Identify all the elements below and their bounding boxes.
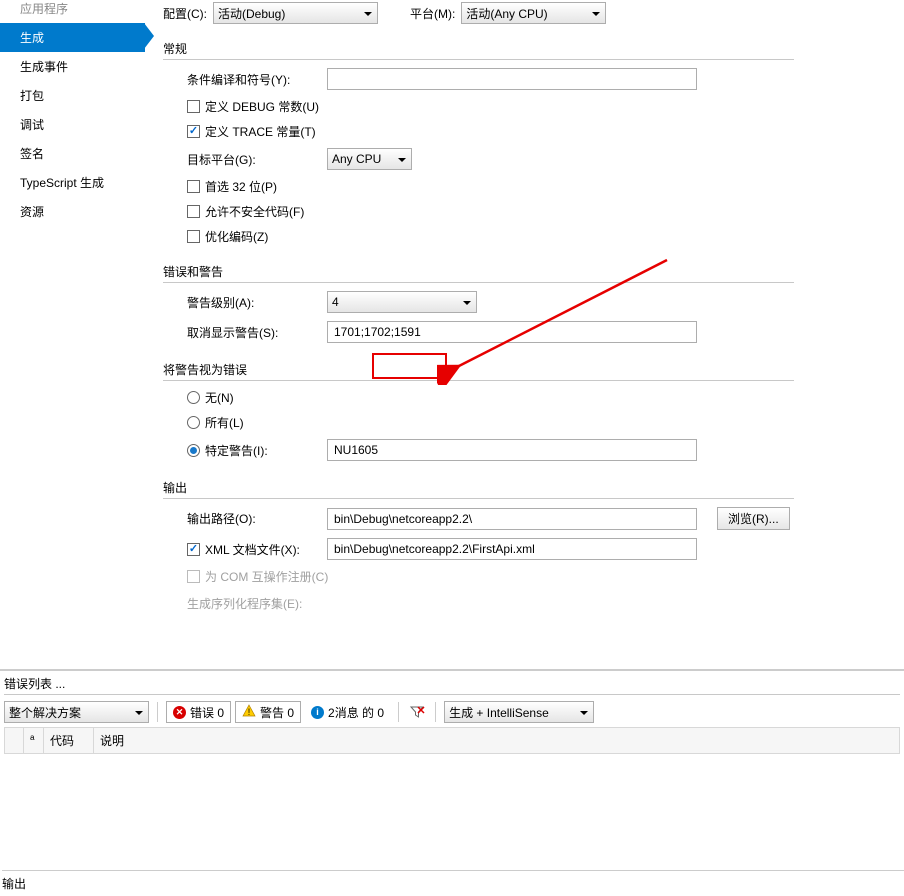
warn-level-label: 警告级别(A): <box>187 294 327 311</box>
sidebar-item-ts-build[interactable]: TypeScript 生成 <box>0 168 145 197</box>
content-panel: 配置(C): 活动(Debug) 平台(M): 活动(Any CPU) 常规 条… <box>145 0 904 669</box>
filter-clear-icon <box>409 704 425 720</box>
error-list-panel: 错误列表 ... 整个解决方案 ✕ 错误 0 ! 警告 0 i 2消息 的 0 … <box>0 671 904 754</box>
config-label: 配置(C): <box>163 5 207 22</box>
info-icon: i <box>311 706 324 719</box>
warning-icon: ! <box>242 704 256 721</box>
treat-all-radio[interactable] <box>187 416 200 429</box>
error-icon: ✕ <box>173 706 186 719</box>
treat-specific-radio[interactable] <box>187 444 200 457</box>
source-filter-dropdown[interactable]: 生成 + IntelliSense <box>444 701 594 723</box>
browse-button[interactable]: 浏览(R)... <box>717 507 790 530</box>
sidebar-item-build-events[interactable]: 生成事件 <box>0 52 145 81</box>
optimize-checkbox[interactable] <box>187 230 200 243</box>
define-trace-checkbox[interactable] <box>187 125 200 138</box>
suppress-label: 取消显示警告(S): <box>187 324 327 341</box>
sidebar-item-sign[interactable]: 签名 <box>0 139 145 168</box>
warn-level-dropdown[interactable]: 4 <box>327 291 477 313</box>
xml-doc-label: XML 文档文件(X): <box>205 541 327 558</box>
prefer32-label: 首选 32 位(P) <box>205 178 277 195</box>
svg-text:!: ! <box>248 707 251 717</box>
treat-specific-label: 特定警告(I): <box>205 442 327 459</box>
clear-filter-button[interactable] <box>407 701 427 723</box>
define-debug-label: 定义 DEBUG 常数(U) <box>205 98 319 115</box>
optimize-label: 优化编码(Z) <box>205 228 268 245</box>
sidebar-item-package[interactable]: 打包 <box>0 81 145 110</box>
section-treat: 将警告视为错误 <box>163 361 794 381</box>
platform-label: 平台(M): <box>410 5 455 22</box>
messages-pill[interactable]: i 2消息 的 0 <box>305 701 390 723</box>
com-interop-checkbox <box>187 570 200 583</box>
warnings-pill[interactable]: ! 警告 0 <box>235 701 301 723</box>
cond-symbols-input[interactable] <box>327 68 697 90</box>
define-trace-label: 定义 TRACE 常量(T) <box>205 123 316 140</box>
treat-all-label: 所有(L) <box>205 414 244 431</box>
platform-dropdown[interactable]: 活动(Any CPU) <box>461 2 606 24</box>
errors-pill[interactable]: ✕ 错误 0 <box>166 701 231 723</box>
xml-doc-checkbox[interactable] <box>187 543 200 556</box>
sidebar: 应用程序 生成 生成事件 打包 调试 签名 TypeScript 生成 资源 <box>0 0 145 669</box>
treat-none-radio[interactable] <box>187 391 200 404</box>
annotation-box <box>372 353 447 379</box>
treat-specific-input[interactable]: NU1605 <box>327 439 697 461</box>
config-dropdown[interactable]: 活动(Debug) <box>213 2 378 24</box>
grid-header-sup[interactable]: ᵃ <box>24 728 44 753</box>
sidebar-item-build[interactable]: 生成 <box>0 23 145 52</box>
error-list-title: 错误列表 ... <box>4 675 900 695</box>
xml-doc-input[interactable]: bin\Debug\netcoreapp2.2\FirstApi.xml <box>327 538 697 560</box>
grid-header-desc[interactable]: 说明 <box>94 728 900 753</box>
define-debug-checkbox[interactable] <box>187 100 200 113</box>
section-errors: 错误和警告 <box>163 263 794 283</box>
grid-header-code[interactable]: 代码 <box>44 728 94 753</box>
section-output: 输出 <box>163 479 794 499</box>
target-platform-dropdown[interactable]: Any CPU <box>327 148 412 170</box>
prefer32-checkbox[interactable] <box>187 180 200 193</box>
target-platform-label: 目标平台(G): <box>187 151 327 168</box>
output-panel-title: 输出 <box>2 870 904 892</box>
output-path-label: 输出路径(O): <box>187 510 327 527</box>
sidebar-item-debug[interactable]: 调试 <box>0 110 145 139</box>
error-grid-header: ᵃ 代码 说明 <box>4 727 900 754</box>
scope-dropdown[interactable]: 整个解决方案 <box>4 701 149 723</box>
allow-unsafe-label: 允许不安全代码(F) <box>205 203 304 220</box>
suppress-input[interactable]: 1701;1702;1591 <box>327 321 697 343</box>
sidebar-item-app[interactable]: 应用程序 <box>0 0 145 23</box>
com-interop-label: 为 COM 互操作注册(C) <box>205 568 328 585</box>
cond-symbols-label: 条件编译和符号(Y): <box>187 71 327 88</box>
section-general: 常规 <box>163 40 794 60</box>
output-path-input[interactable]: bin\Debug\netcoreapp2.2\ <box>327 508 697 530</box>
truncated-row: 生成序列化程序集(E): <box>187 595 327 612</box>
treat-none-label: 无(N) <box>205 389 234 406</box>
sidebar-item-resources[interactable]: 资源 <box>0 197 145 226</box>
allow-unsafe-checkbox[interactable] <box>187 205 200 218</box>
